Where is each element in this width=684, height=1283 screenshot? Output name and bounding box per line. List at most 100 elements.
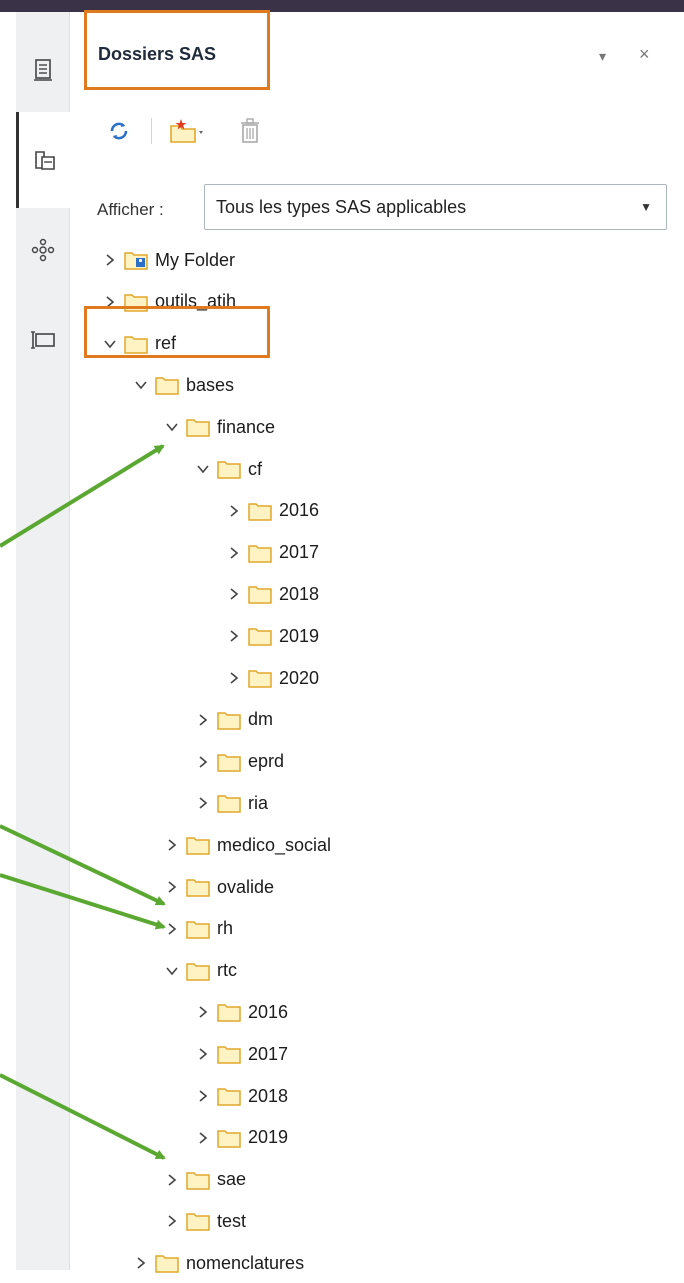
folder-icon bbox=[186, 1211, 217, 1232]
tree-item[interactable]: outils_atih bbox=[100, 282, 236, 322]
filter-select[interactable]: Tous les types SAS applicables ▼ bbox=[204, 184, 667, 230]
chevron-right-icon[interactable] bbox=[224, 543, 244, 563]
folder-icon bbox=[124, 292, 155, 312]
tree-item-label: outils_atih bbox=[155, 291, 237, 312]
folder-icon bbox=[186, 835, 217, 855]
tree-item-label: bases bbox=[186, 374, 235, 395]
folder-icon bbox=[248, 584, 279, 605]
chevron-right-icon[interactable] bbox=[193, 1128, 213, 1148]
panel-menu-icon[interactable]: ▾ bbox=[599, 48, 606, 65]
folder-icon bbox=[186, 919, 217, 939]
new-folder-button[interactable] bbox=[169, 116, 205, 146]
snippets-icon bbox=[31, 331, 55, 349]
folder-icon bbox=[217, 1044, 248, 1064]
chevron-right-icon[interactable] bbox=[193, 793, 213, 813]
tree-item-label: test bbox=[217, 1210, 247, 1231]
tree-item[interactable]: 2018 bbox=[193, 1076, 288, 1116]
tree-item[interactable]: 2020 bbox=[224, 658, 319, 698]
tree-item[interactable]: ref bbox=[100, 324, 176, 364]
snippets-tab[interactable] bbox=[16, 312, 70, 368]
tree-item-label: 2019 bbox=[248, 1127, 289, 1148]
tree-item[interactable]: 2017 bbox=[224, 533, 319, 573]
folder-icon bbox=[217, 1128, 248, 1148]
folder-icon bbox=[124, 334, 155, 354]
activity-bar bbox=[16, 12, 70, 1270]
chevron-right-icon[interactable] bbox=[224, 584, 244, 604]
tree-item[interactable]: medico_social bbox=[162, 825, 331, 865]
tree-item[interactable]: sae bbox=[162, 1160, 246, 1200]
chevron-right-icon[interactable] bbox=[193, 710, 213, 730]
tree-item[interactable]: eprd bbox=[193, 742, 284, 782]
tree-item-label: My Folder bbox=[155, 249, 236, 270]
folder-icon bbox=[217, 793, 248, 814]
tree-item-label: eprd bbox=[248, 751, 285, 772]
tree-item[interactable]: nomenclatures bbox=[131, 1243, 304, 1283]
tree-item-label: 2018 bbox=[248, 1085, 289, 1106]
tree-item[interactable]: 2018 bbox=[224, 574, 319, 614]
folders-icon bbox=[34, 151, 55, 170]
folder-icon bbox=[217, 752, 248, 772]
chevron-down-icon[interactable] bbox=[162, 961, 182, 981]
trash-icon bbox=[241, 118, 259, 143]
tree-item[interactable]: cf bbox=[193, 449, 262, 489]
chevron-right-icon[interactable] bbox=[193, 1086, 213, 1106]
tree-item-label: nomenclatures bbox=[186, 1252, 305, 1273]
tree-item[interactable]: 2019 bbox=[193, 1118, 288, 1158]
network-tab[interactable] bbox=[16, 222, 70, 278]
tree-item-label: dm bbox=[248, 709, 274, 730]
toolbar-separator bbox=[151, 118, 152, 144]
chevron-down-icon[interactable] bbox=[193, 459, 213, 479]
folder-icon bbox=[248, 668, 279, 688]
chevron-right-icon[interactable] bbox=[162, 919, 182, 939]
tree-item[interactable]: test bbox=[162, 1201, 246, 1241]
chevron-right-icon[interactable] bbox=[162, 1211, 182, 1231]
tree-item-label: ria bbox=[248, 792, 269, 813]
server-tab[interactable] bbox=[16, 42, 70, 98]
tree-item[interactable]: ovalide bbox=[162, 867, 274, 907]
tree-item[interactable]: rtc bbox=[162, 951, 237, 991]
tree-item-label: sae bbox=[217, 1169, 247, 1190]
tree-item[interactable]: dm bbox=[193, 700, 273, 740]
chevron-down-icon[interactable] bbox=[131, 375, 151, 395]
chevron-right-icon[interactable] bbox=[193, 752, 213, 772]
folder-icon bbox=[217, 1002, 248, 1023]
chevron-right-icon[interactable] bbox=[224, 668, 244, 688]
chevron-right-icon[interactable] bbox=[162, 877, 182, 897]
chevron-down-icon[interactable] bbox=[162, 417, 182, 437]
chevron-right-icon[interactable] bbox=[100, 250, 120, 270]
chevron-right-icon[interactable] bbox=[193, 1044, 213, 1064]
tree-item[interactable]: My Folder bbox=[100, 240, 235, 280]
chevron-right-icon[interactable] bbox=[100, 292, 120, 312]
tree-item[interactable]: 2019 bbox=[224, 616, 319, 656]
tree-item[interactable]: 2017 bbox=[193, 1034, 288, 1074]
chevron-right-icon[interactable] bbox=[224, 501, 244, 521]
chevron-down-icon[interactable] bbox=[100, 334, 120, 354]
folder-icon bbox=[217, 1086, 248, 1106]
tree-item-label: 2016 bbox=[279, 500, 320, 521]
close-icon[interactable]: × bbox=[639, 44, 650, 65]
delete-button[interactable] bbox=[239, 116, 261, 146]
chevron-right-icon[interactable] bbox=[131, 1253, 151, 1273]
folder-icon bbox=[248, 501, 279, 521]
chevron-right-icon[interactable] bbox=[162, 1170, 182, 1190]
folder-icon bbox=[217, 710, 248, 730]
tree-item[interactable]: rh bbox=[162, 909, 233, 949]
filter-label: Afficher : bbox=[97, 200, 164, 219]
tree-item[interactable]: ria bbox=[193, 783, 268, 823]
folder-icon bbox=[186, 877, 217, 897]
chevron-right-icon[interactable] bbox=[193, 1002, 213, 1022]
chevron-right-icon[interactable] bbox=[162, 835, 182, 855]
tree-item[interactable]: bases bbox=[131, 365, 234, 405]
refresh-button[interactable] bbox=[107, 116, 131, 146]
tree-item[interactable]: 2016 bbox=[193, 992, 288, 1032]
folder-icon bbox=[155, 375, 186, 396]
folders-tab[interactable] bbox=[16, 112, 70, 208]
tree-item[interactable]: 2016 bbox=[224, 491, 319, 531]
folder-icon bbox=[186, 417, 217, 437]
refresh-icon bbox=[110, 122, 128, 140]
tree-item[interactable]: finance bbox=[162, 407, 275, 447]
folder-icon bbox=[248, 543, 279, 563]
chevron-right-icon[interactable] bbox=[224, 626, 244, 646]
tree-item-label: 2017 bbox=[248, 1043, 289, 1064]
folder-icon bbox=[217, 459, 248, 479]
